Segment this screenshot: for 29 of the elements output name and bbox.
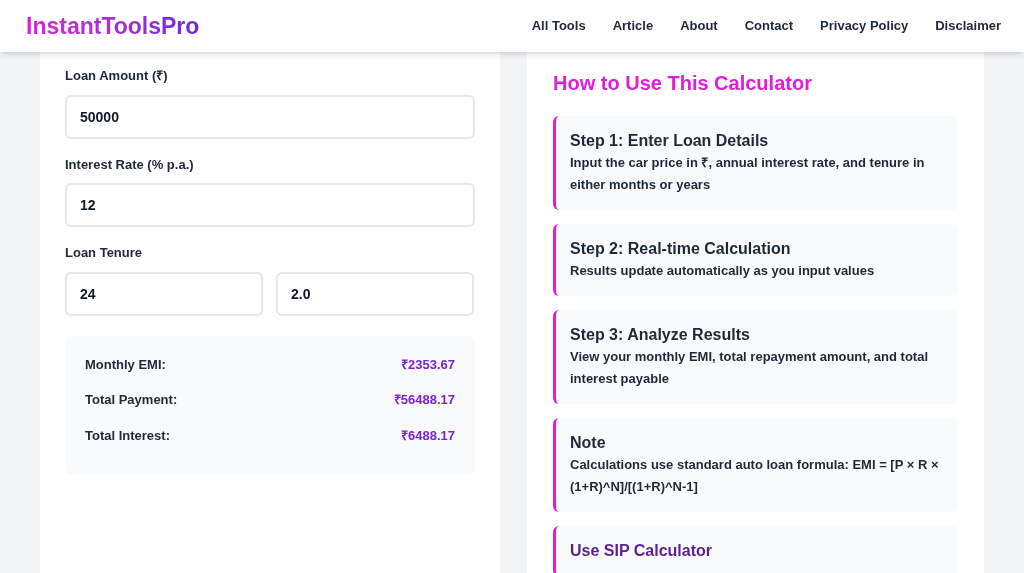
- nav-link[interactable]: Privacy Policy: [820, 16, 909, 36]
- sip-calculator-link[interactable]: Use SIP Calculator: [553, 526, 958, 573]
- result-value: ₹56488.17: [393, 391, 455, 409]
- nav-link[interactable]: About: [680, 16, 718, 36]
- step-text: Results update automatically as you input values: [570, 262, 876, 280]
- nav-link[interactable]: Contact: [744, 16, 794, 36]
- guide-title: How to Use This Calculator: [553, 71, 813, 96]
- input-field[interactable]: 50000: [65, 94, 475, 139]
- result-value: ₹2353.67: [401, 355, 455, 374]
- result-label: Monthly EMI:: [85, 355, 166, 374]
- step-title: Note: [570, 433, 607, 453]
- step-text: Input the car price in ₹, annual interest rate, and tenure in either months or years: [570, 154, 926, 194]
- step-title: Step 2: Real-time Calculation: [570, 239, 792, 259]
- step-title: Step 1: Enter Loan Details: [570, 131, 770, 151]
- field-label: Loan Tenure: [65, 244, 144, 262]
- nav-link[interactable]: Disclaimer: [935, 16, 1001, 36]
- nav-link[interactable]: All Tools: [531, 16, 586, 36]
- field-label: Interest Rate (% p.a.): [65, 155, 195, 174]
- nav-link[interactable]: Article: [612, 16, 654, 36]
- input-field[interactable]: 12: [65, 183, 475, 227]
- months-field[interactable]: 24: [65, 271, 263, 316]
- step-text: View your monthly EMI, total repayment amount, and total interest payable: [570, 348, 930, 388]
- field-label: Loan Amount (₹): [65, 67, 169, 85]
- result-label: Total Payment:: [85, 391, 178, 409]
- years-field[interactable]: 2.0: [276, 271, 474, 316]
- result-value: ₹6488.17: [401, 426, 455, 445]
- result-label: Total Interest:: [85, 426, 170, 445]
- step-title: Step 3: Analyze Results: [570, 325, 751, 345]
- step-text: Calculations use standard auto loan formula: EMI = [P × R × (1+R)^N]/[(1+R)^N-1]: [570, 456, 940, 496]
